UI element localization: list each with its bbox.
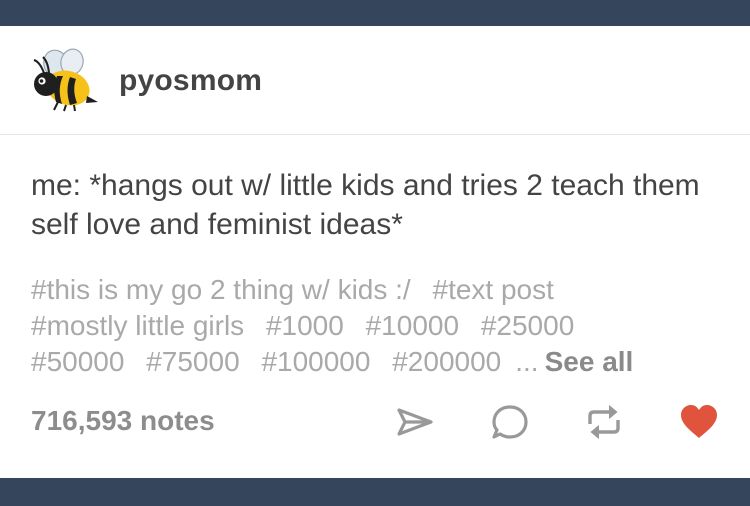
bee-avatar-icon[interactable] xyxy=(30,48,100,112)
post-username[interactable]: pyosmom xyxy=(119,64,262,98)
tag-link[interactable]: #mostly little girls xyxy=(31,310,244,341)
speech-bubble-reply-icon[interactable] xyxy=(490,402,530,442)
tag-link[interactable]: #200000 xyxy=(392,346,501,377)
tag-link[interactable]: #25000 xyxy=(481,310,574,341)
notes-count[interactable]: 716,593 notes xyxy=(31,405,215,437)
bottom-dashboard-bar xyxy=(0,478,750,506)
tag-link[interactable]: #75000 xyxy=(146,346,239,377)
heart-like-icon[interactable] xyxy=(679,402,719,442)
post-tags: #this is my go 2 thing w/ kids :/ #text … xyxy=(31,272,731,380)
tag-link[interactable]: #10000 xyxy=(366,310,459,341)
tag-link[interactable]: #1000 xyxy=(266,310,344,341)
top-dashboard-bar xyxy=(0,0,750,26)
tag-link[interactable]: #100000 xyxy=(261,346,370,377)
tag-link[interactable]: #text post xyxy=(433,274,554,305)
tags-ellipsis: ... xyxy=(515,346,539,377)
post-header: pyosmom xyxy=(0,26,750,135)
post-card: pyosmom me: *hangs out w/ little kids an… xyxy=(0,26,750,478)
tag-link[interactable]: #this is my go 2 thing w/ kids :/ xyxy=(31,274,411,305)
reblog-arrows-icon[interactable] xyxy=(584,402,624,442)
post-body-text: me: *hangs out w/ little kids and tries … xyxy=(31,169,700,241)
paper-plane-share-icon[interactable] xyxy=(395,402,435,442)
see-all-tags-link[interactable]: See all xyxy=(545,346,634,377)
tag-link[interactable]: #50000 xyxy=(31,346,124,377)
